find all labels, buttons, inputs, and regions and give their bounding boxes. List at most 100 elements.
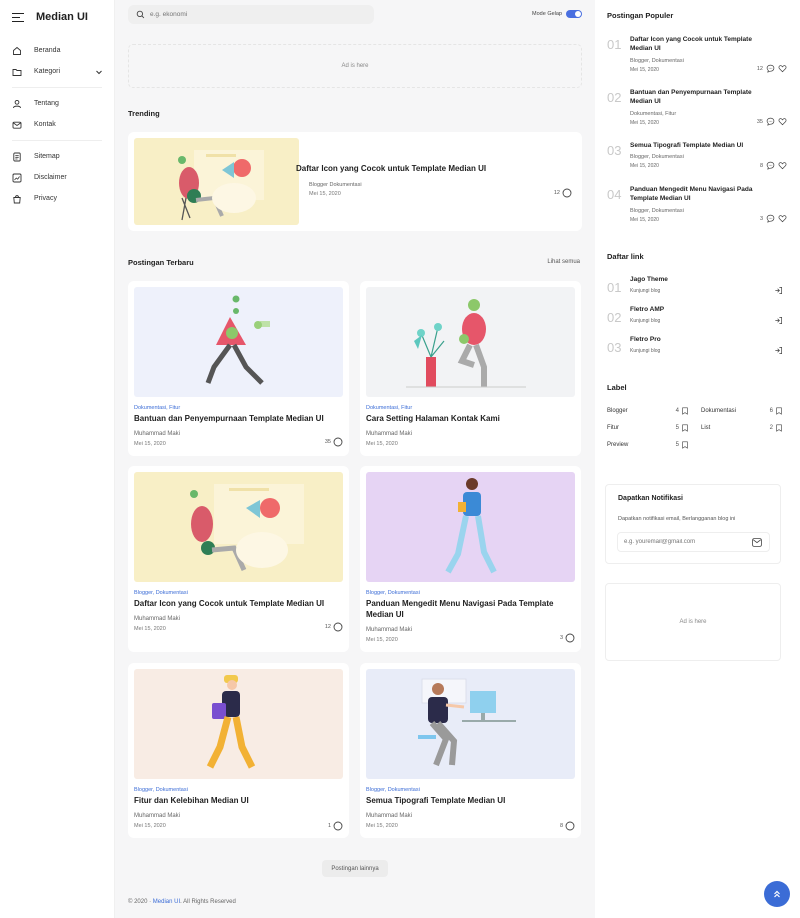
popular-category[interactable]: Dokumentasi, Fitur (630, 111, 676, 117)
brand-title[interactable]: Median UI (36, 11, 88, 23)
popular-item[interactable]: 04 Panduan Mengedit Menu Navigasi Pada T… (607, 185, 787, 225)
label-count: 4 (675, 408, 679, 414)
more-posts-button[interactable]: Postingan lainnya (322, 860, 388, 877)
label-name: List (701, 425, 711, 431)
popular-title[interactable]: Semua Tipografi Template Median UI (630, 141, 770, 150)
trending-post-title[interactable]: Daftar Icon yang Cocok untuk Template Me… (296, 164, 486, 173)
illustration-reading-chair (190, 484, 304, 572)
popular-item[interactable]: 03 Semua Tipografi Template Median UI Bl… (607, 141, 787, 173)
see-all-link[interactable]: Lihat semua (547, 259, 580, 265)
post-category[interactable]: Dokumentasi, Fitur (366, 405, 412, 411)
link-name[interactable]: Jago Theme (630, 276, 668, 283)
label-count: 6 (769, 408, 773, 414)
post-category[interactable]: Blogger, Dokumentasi (134, 787, 188, 793)
post-thumbnail[interactable] (366, 472, 575, 582)
popular-title[interactable]: Daftar Icon yang Cocok untuk Template Me… (630, 35, 770, 53)
post-category[interactable]: Blogger, Dokumentasi (366, 590, 420, 596)
link-item[interactable]: 03 Fletro Pro Kunjungi blog (607, 336, 783, 364)
post-card[interactable]: Blogger, Dokumentasi Fitur dan Kelebihan… (128, 663, 349, 838)
post-comments[interactable]: 3 (560, 633, 575, 643)
nav-divider (12, 87, 102, 88)
heart-icon[interactable] (778, 214, 787, 223)
comment-icon[interactable] (766, 64, 775, 73)
post-title[interactable]: Bantuan dan Penyempurnaan Template Media… (134, 413, 339, 424)
popular-item[interactable]: 01 Daftar Icon yang Cocok untuk Template… (607, 35, 787, 75)
link-item[interactable]: 02 Fletro AMP Kunjungi blog (607, 306, 783, 334)
comment-icon[interactable] (766, 161, 775, 170)
popular-actions[interactable]: 12 (757, 64, 787, 73)
popular-actions[interactable]: 3 (760, 214, 787, 223)
label-item[interactable]: Fitur 5 (607, 424, 689, 432)
nav-item-sitemap[interactable]: Sitemap (0, 146, 114, 167)
label-item[interactable]: Dokumentasi 6 (701, 407, 783, 415)
link-name[interactable]: Fletro AMP (630, 306, 664, 313)
popular-item[interactable]: 02 Bantuan dan Penyempurnaan Template Me… (607, 88, 787, 128)
post-category[interactable]: Dokumentasi, Fitur (134, 405, 180, 411)
chevron-down-icon[interactable] (95, 68, 103, 76)
post-category[interactable]: Blogger, Dokumentasi (366, 787, 420, 793)
heart-icon[interactable] (778, 64, 787, 73)
popular-title[interactable]: Panduan Mengedit Menu Navigasi Pada Temp… (630, 185, 770, 203)
external-link-icon[interactable] (774, 346, 783, 355)
nav-item-privacy[interactable]: Privacy (0, 188, 114, 209)
link-name[interactable]: Fletro Pro (630, 336, 661, 343)
post-title[interactable]: Cara Setting Halaman Kontak Kami (366, 413, 571, 424)
dark-mode-toggle[interactable] (566, 10, 582, 18)
popular-category[interactable]: Blogger, Dokumentasi (630, 58, 684, 64)
comment-icon[interactable] (766, 117, 775, 126)
post-card[interactable]: Blogger, Dokumentasi Daftar Icon yang Co… (128, 466, 349, 652)
post-comments[interactable]: 8 (560, 821, 575, 831)
post-comments[interactable]: 35 (325, 437, 343, 447)
mail-icon[interactable] (752, 538, 762, 547)
nav-item-disclaimer[interactable]: Disclaimer (0, 167, 114, 188)
back-to-top-button[interactable] (764, 881, 790, 907)
heart-icon[interactable] (778, 117, 787, 126)
search-input[interactable] (150, 11, 350, 18)
popular-actions[interactable]: 8 (760, 161, 787, 170)
post-title[interactable]: Semua Tipografi Template Median UI (366, 795, 571, 806)
email-field[interactable] (617, 532, 770, 552)
search-box[interactable] (128, 5, 374, 24)
nav-item-tentang[interactable]: Tentang (0, 93, 114, 114)
footer-brand-link[interactable]: Median UI (153, 899, 180, 905)
trending-date: Mei 15, 2020 (309, 191, 341, 197)
label-item[interactable]: Preview 5 (607, 441, 689, 449)
post-thumbnail[interactable] (366, 669, 575, 779)
post-thumbnail[interactable] (366, 287, 575, 397)
post-category[interactable]: Blogger, Dokumentasi (134, 590, 188, 596)
nav-item-beranda[interactable]: Beranda (0, 40, 114, 61)
post-card[interactable]: Dokumentasi, Fitur Cara Setting Halaman … (360, 281, 581, 456)
label-item[interactable]: Blogger 4 (607, 407, 689, 415)
hamburger-menu-icon[interactable] (12, 12, 24, 23)
post-title[interactable]: Fitur dan Kelebihan Median UI (134, 795, 339, 806)
popular-category[interactable]: Blogger, Dokumentasi (630, 154, 684, 160)
post-thumbnail[interactable] (134, 472, 343, 582)
comment-count: 12 (553, 190, 560, 196)
link-item[interactable]: 01 Jago Theme Kunjungi blog (607, 276, 783, 304)
popular-rank: 02 (607, 90, 622, 105)
popular-actions[interactable]: 35 (757, 117, 787, 126)
post-thumbnail[interactable] (134, 287, 343, 397)
post-title[interactable]: Daftar Icon yang Cocok untuk Template Me… (134, 598, 339, 609)
comment-icon[interactable] (766, 214, 775, 223)
post-title[interactable]: Panduan Mengedit Menu Navigasi Pada Temp… (366, 598, 571, 620)
nav-item-kontak[interactable]: Kontak (0, 114, 114, 135)
post-thumbnail[interactable] (134, 669, 343, 779)
external-link-icon[interactable] (774, 286, 783, 295)
post-card[interactable]: Blogger, Dokumentasi Panduan Mengedit Me… (360, 466, 581, 652)
popular-category[interactable]: Blogger, Dokumentasi (630, 208, 684, 214)
popular-title[interactable]: Bantuan dan Penyempurnaan Template Media… (630, 88, 770, 106)
trending-thumbnail[interactable] (134, 138, 299, 225)
label-item[interactable]: List 2 (701, 424, 783, 432)
post-card[interactable]: Blogger, Dokumentasi Semua Tipografi Tem… (360, 663, 581, 838)
external-link-icon[interactable] (774, 316, 783, 325)
post-author: Muhammad Maki (134, 616, 181, 622)
post-comments[interactable]: 1 (328, 821, 343, 831)
post-comments[interactable]: 12 (325, 622, 343, 632)
dark-mode-switch[interactable]: Mode Gelap (532, 10, 582, 18)
trending-comments[interactable]: 12 (554, 188, 572, 198)
link-subtitle: Kunjungi blog (630, 288, 661, 294)
post-card[interactable]: Dokumentasi, Fitur Bantuan dan Penyempur… (128, 281, 349, 456)
heart-icon[interactable] (778, 161, 787, 170)
nav-item-kategori[interactable]: Kategori (0, 61, 114, 82)
